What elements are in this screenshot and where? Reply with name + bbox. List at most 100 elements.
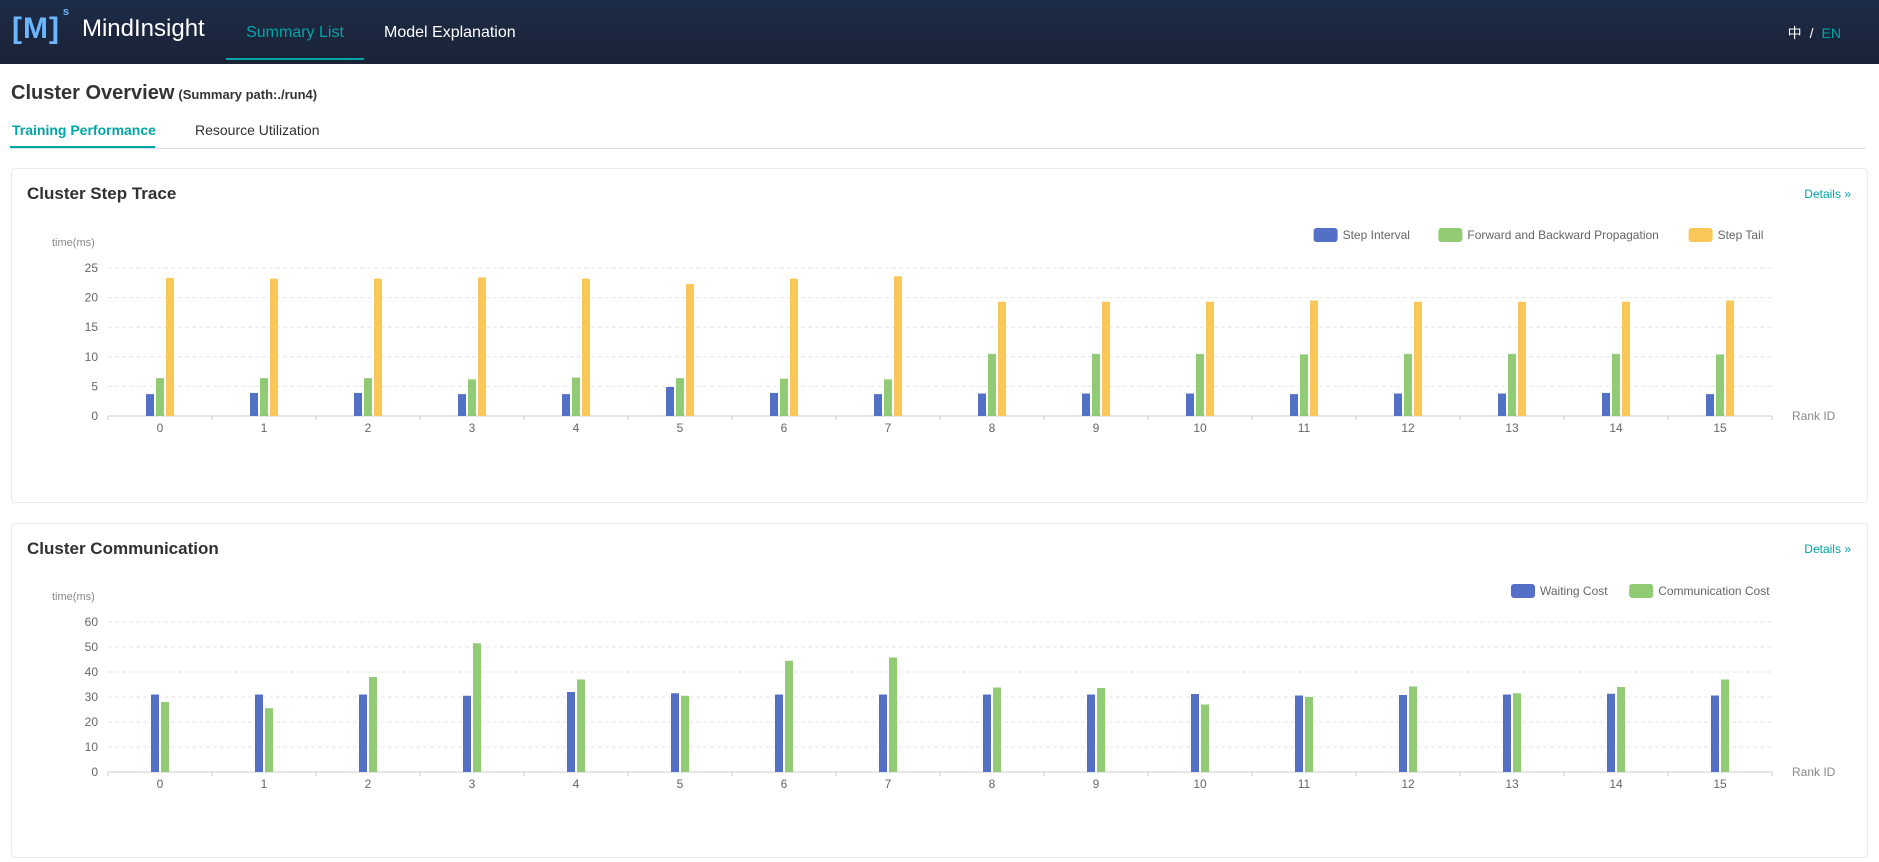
legend-swatch bbox=[1438, 228, 1463, 242]
bar-waiting-cost bbox=[1711, 695, 1719, 772]
bar-communication-cost bbox=[1305, 697, 1313, 772]
bar-forward-and-backward-propagation bbox=[1300, 354, 1308, 416]
bar-step-tail bbox=[894, 276, 902, 416]
lang-zh-option[interactable]: 中 bbox=[1788, 25, 1802, 41]
x-tick-label: 6 bbox=[781, 777, 788, 791]
x-tick-label: 14 bbox=[1609, 777, 1623, 791]
x-tick-label: 3 bbox=[469, 777, 476, 791]
bar-waiting-cost bbox=[1399, 695, 1407, 772]
bar-step-interval bbox=[1082, 393, 1090, 416]
bar-communication-cost bbox=[889, 657, 897, 772]
bar-communication-cost bbox=[265, 708, 273, 772]
x-tick-label: 3 bbox=[469, 421, 476, 435]
bar-step-tail bbox=[1206, 301, 1214, 416]
tab-training-performance[interactable]: Training Performance bbox=[12, 122, 156, 138]
bar-communication-cost bbox=[681, 695, 689, 772]
bar-step-interval bbox=[770, 392, 778, 416]
y-tick-label: 25 bbox=[85, 261, 99, 275]
x-tick-label: 14 bbox=[1609, 421, 1623, 435]
top-navbar: [M] s MindInsight Summary List Model Exp… bbox=[0, 0, 1879, 64]
bar-waiting-cost bbox=[567, 692, 575, 772]
bar-step-interval bbox=[354, 392, 362, 416]
x-tick-label: 4 bbox=[573, 777, 580, 791]
legend-label: Step Tail bbox=[1718, 228, 1764, 242]
x-tick-label: 2 bbox=[365, 777, 372, 791]
x-tick-label: 0 bbox=[157, 777, 164, 791]
x-tick-label: 11 bbox=[1298, 777, 1311, 791]
bar-step-interval bbox=[458, 394, 466, 416]
bar-step-interval bbox=[1394, 393, 1402, 416]
y-tick-label: 20 bbox=[85, 291, 99, 305]
x-tick-label: 8 bbox=[989, 777, 996, 791]
bar-step-interval bbox=[146, 394, 154, 416]
bar-communication-cost bbox=[1409, 686, 1417, 772]
bar-waiting-cost bbox=[463, 695, 471, 772]
x-tick-label: 5 bbox=[677, 777, 684, 791]
y-tick-label: 50 bbox=[85, 640, 99, 654]
y-tick-label: 40 bbox=[85, 665, 99, 679]
nav-active-indicator bbox=[226, 58, 364, 60]
bar-waiting-cost bbox=[1295, 695, 1303, 772]
nav-summary-list[interactable]: Summary List bbox=[226, 0, 364, 64]
bar-waiting-cost bbox=[775, 694, 783, 772]
bar-communication-cost bbox=[1097, 688, 1105, 772]
bar-step-tail bbox=[1726, 300, 1734, 416]
bar-step-tail bbox=[166, 278, 174, 416]
bar-step-tail bbox=[582, 278, 590, 416]
x-tick-label: 9 bbox=[1093, 421, 1100, 435]
x-tick-label: 13 bbox=[1505, 421, 1519, 435]
x-tick-label: 8 bbox=[989, 421, 996, 435]
bar-communication-cost bbox=[993, 687, 1001, 772]
x-tick-label: 7 bbox=[885, 421, 892, 435]
x-tick-label: 13 bbox=[1505, 777, 1519, 791]
bar-waiting-cost bbox=[255, 694, 263, 772]
x-tick-label: 2 bbox=[365, 421, 372, 435]
x-tick-label: 7 bbox=[885, 777, 892, 791]
bar-communication-cost bbox=[161, 702, 169, 772]
bar-forward-and-backward-propagation bbox=[1716, 354, 1724, 416]
bar-step-tail bbox=[1310, 300, 1318, 416]
bar-step-tail bbox=[998, 301, 1006, 416]
x-tick-label: 5 bbox=[677, 421, 684, 435]
app-logo[interactable]: [M] s MindInsight bbox=[12, 6, 205, 46]
bar-step-interval bbox=[1290, 394, 1298, 416]
bar-step-tail bbox=[374, 278, 382, 416]
bar-waiting-cost bbox=[879, 694, 887, 772]
x-axis-label: Rank ID bbox=[1792, 409, 1836, 423]
bar-waiting-cost bbox=[983, 694, 991, 772]
logo-mark: [M] s bbox=[12, 6, 69, 46]
legend-label: Forward and Backward Propagation bbox=[1467, 228, 1658, 242]
bar-forward-and-backward-propagation bbox=[1196, 353, 1204, 416]
nav-model-explanation[interactable]: Model Explanation bbox=[384, 0, 516, 64]
x-tick-label: 11 bbox=[1298, 421, 1311, 435]
legend-swatch bbox=[1313, 228, 1338, 242]
bar-forward-and-backward-propagation bbox=[572, 377, 580, 416]
bar-forward-and-backward-propagation bbox=[1092, 353, 1100, 416]
overview-tabs: Training Performance Resource Utilizatio… bbox=[10, 118, 1866, 149]
lang-en-option[interactable]: EN bbox=[1822, 25, 1841, 41]
bar-forward-and-backward-propagation bbox=[468, 379, 476, 416]
x-tick-label: 12 bbox=[1401, 777, 1415, 791]
bar-step-interval bbox=[250, 392, 258, 416]
tab-resource-utilization[interactable]: Resource Utilization bbox=[195, 122, 320, 138]
bar-step-interval bbox=[1602, 392, 1610, 416]
bar-communication-cost bbox=[577, 679, 585, 772]
cluster-step-trace-card: Cluster Step Trace Details » time(ms) 0 5 1… bbox=[11, 168, 1868, 503]
bar-forward-and-backward-propagation bbox=[1508, 353, 1516, 416]
bar-communication-cost bbox=[1201, 704, 1209, 772]
page-title: Cluster Overview (Summary path:./run4) bbox=[11, 82, 317, 105]
bar-step-interval bbox=[666, 386, 674, 416]
bar-forward-and-backward-propagation bbox=[988, 353, 996, 416]
y-tick-label: 60 bbox=[85, 615, 99, 629]
x-tick-label: 15 bbox=[1713, 777, 1727, 791]
bar-waiting-cost bbox=[671, 693, 679, 772]
y-tick-label: 0 bbox=[91, 765, 98, 779]
bar-communication-cost bbox=[1617, 687, 1625, 772]
y-axis-label: time(ms) bbox=[52, 237, 95, 249]
y-tick-label: 10 bbox=[85, 350, 99, 364]
y-axis-label: time(ms) bbox=[52, 591, 95, 603]
lang-separator: / bbox=[1809, 25, 1814, 41]
y-tick-label: 30 bbox=[85, 690, 99, 704]
cluster-communication-card: Cluster Communication Details » time(ms)… bbox=[11, 523, 1868, 858]
bar-step-interval bbox=[874, 394, 882, 416]
